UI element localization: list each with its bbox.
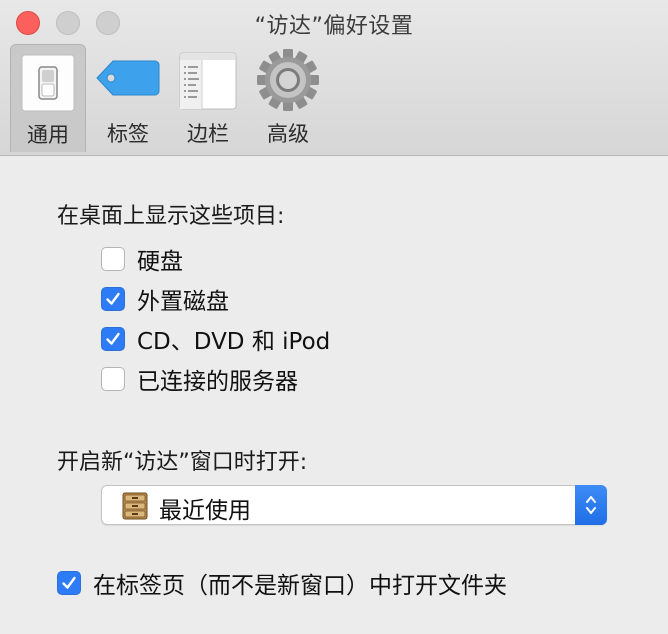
tab-advanced[interactable]: 高级 [250, 44, 326, 152]
connected-servers-label: 已连接的服务器 [137, 369, 298, 395]
recents-cabinet-icon [120, 491, 150, 525]
checkbox-row-hard-disks[interactable]: 硬盘 [101, 243, 183, 275]
open-in-tabs-label: 在标签页（而不是新窗口）中打开文件夹 [93, 573, 507, 599]
checkbox-row-open-in-tabs[interactable]: 在标签页（而不是新窗口）中打开文件夹 [57, 567, 507, 599]
new-window-heading: 开启新“访达”窗口时打开: [57, 450, 308, 475]
popup-stepper[interactable] [575, 485, 607, 525]
tab-general[interactable]: 通用 [10, 44, 86, 152]
tab-tags[interactable]: 标签 [90, 44, 166, 152]
general-switch-icon [20, 53, 76, 117]
external-disks-label: 外置磁盘 [137, 289, 229, 315]
hard-disks-checkbox[interactable] [101, 247, 125, 271]
new-window-popup[interactable]: 最近使用 [101, 485, 607, 525]
cds-dvds-ipods-label: CD、DVD 和 iPod [137, 329, 331, 355]
hard-disks-label: 硬盘 [137, 249, 183, 275]
cds-dvds-ipods-checkbox[interactable] [101, 327, 125, 351]
sidebar-icon [179, 52, 237, 114]
checkbox-row-cds-dvds-ipods[interactable]: CD、DVD 和 iPod [101, 323, 330, 355]
checkmark-icon [106, 292, 120, 305]
external-disks-checkbox[interactable] [101, 287, 125, 311]
checkbox-row-connected-servers[interactable]: 已连接的服务器 [101, 363, 298, 395]
desktop-items-heading: 在桌面上显示这些项目: [57, 204, 285, 229]
open-in-tabs-checkbox[interactable] [57, 571, 81, 595]
up-down-chevron-icon [586, 496, 596, 514]
tab-general-label: 通用 [27, 123, 69, 147]
tab-sidebar-label: 边栏 [187, 122, 229, 146]
connected-servers-checkbox[interactable] [101, 367, 125, 391]
checkmark-icon [106, 332, 120, 345]
checkbox-row-external-disks[interactable]: 外置磁盘 [101, 283, 229, 315]
gear-icon [256, 48, 320, 116]
tag-icon [95, 58, 161, 102]
checkmark-icon [62, 576, 76, 589]
titlebar-toolbar: “访达”偏好设置 通用 标签 边栏 高级 [0, 0, 668, 156]
tab-sidebar[interactable]: 边栏 [170, 44, 246, 152]
window-title: “访达”偏好设置 [254, 14, 414, 39]
tab-advanced-label: 高级 [267, 122, 309, 146]
finder-preferences-window: “访达”偏好设置 通用 标签 边栏 高级 在桌面上显示这些项目: 硬盘 外置磁盘… [0, 0, 668, 634]
popup-selected-value: 最近使用 [159, 498, 251, 524]
tab-tags-label: 标签 [107, 122, 149, 146]
